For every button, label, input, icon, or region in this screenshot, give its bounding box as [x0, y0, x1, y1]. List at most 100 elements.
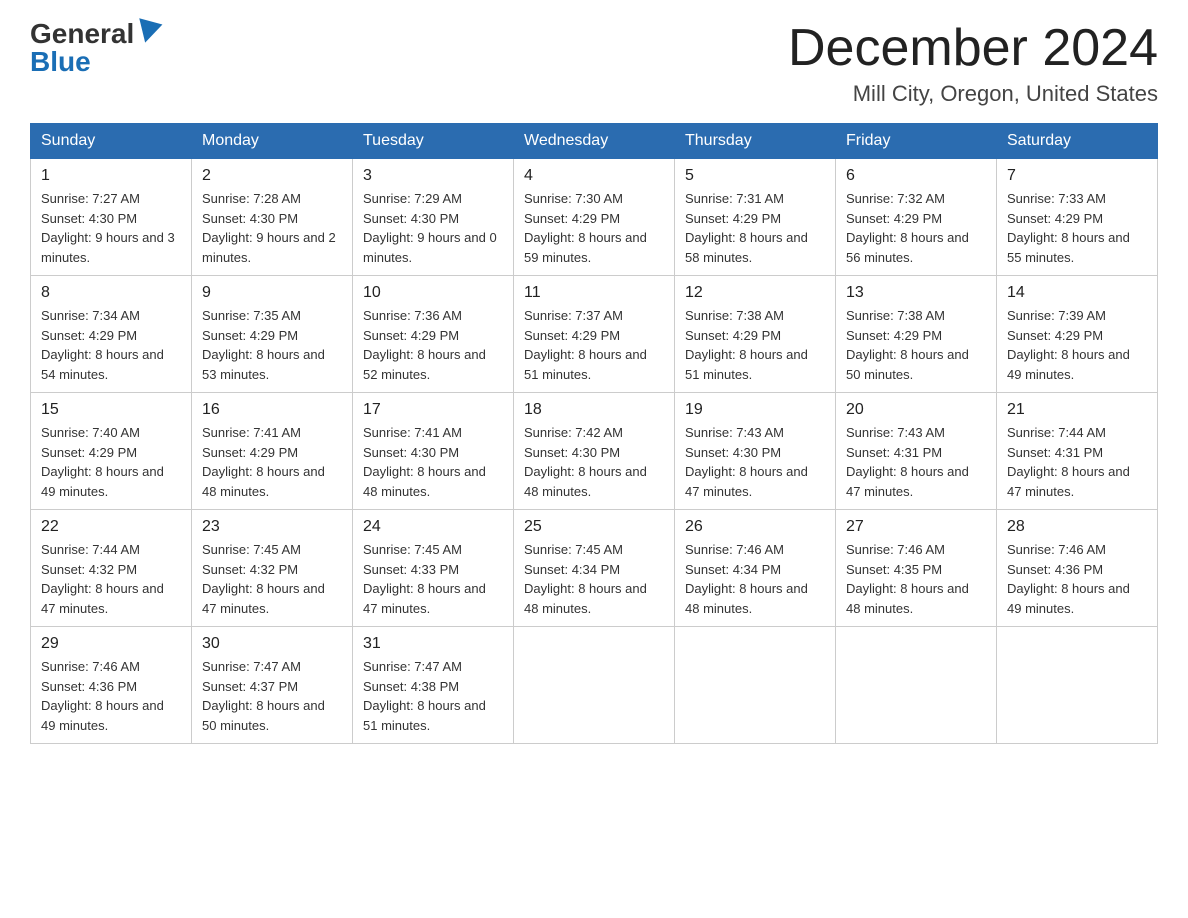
- calendar-cell: 3Sunrise: 7:29 AMSunset: 4:30 PMDaylight…: [353, 159, 514, 276]
- column-header-tuesday: Tuesday: [353, 124, 514, 159]
- calendar-cell: [997, 627, 1158, 744]
- calendar-week-row: 22 Sunrise: 7:44 AMSunset: 4:32 PMDayligh…: [31, 510, 1158, 627]
- day-info: Sunrise: 7:47 AMSunset: 4:38 PMDaylight:…: [363, 659, 486, 733]
- calendar-cell: 25 Sunrise: 7:45 AMSunset: 4:34 PMDayligh…: [514, 510, 675, 627]
- calendar-cell: 15Sunrise: 7:40 AMSunset: 4:29 PMDayligh…: [31, 393, 192, 510]
- column-header-thursday: Thursday: [675, 124, 836, 159]
- column-header-monday: Monday: [192, 124, 353, 159]
- calendar-cell: 1 Sunrise: 7:27 AMSunset: 4:30 PMDaylight…: [31, 159, 192, 276]
- day-info: Sunrise: 7:33 AMSunset: 4:29 PMDaylight:…: [1007, 191, 1130, 265]
- calendar-cell: 5Sunrise: 7:31 AMSunset: 4:29 PMDaylight…: [675, 159, 836, 276]
- calendar-cell: 20 Sunrise: 7:43 AMSunset: 4:31 PMDayligh…: [836, 393, 997, 510]
- day-info: Sunrise: 7:38 AMSunset: 4:29 PMDaylight:…: [685, 308, 808, 382]
- day-number: 25: [524, 518, 664, 536]
- calendar-cell: 23 Sunrise: 7:45 AMSunset: 4:32 PMDayligh…: [192, 510, 353, 627]
- day-info: Sunrise: 7:43 AMSunset: 4:31 PMDaylight:…: [846, 425, 969, 499]
- day-info: Sunrise: 7:47 AMSunset: 4:37 PMDaylight:…: [202, 659, 325, 733]
- day-info: Sunrise: 7:41 AMSunset: 4:29 PMDaylight:…: [202, 425, 325, 499]
- day-number: 12: [685, 284, 825, 302]
- day-info: Sunrise: 7:44 AMSunset: 4:31 PMDaylight:…: [1007, 425, 1130, 499]
- day-info: Sunrise: 7:45 AMSunset: 4:34 PMDaylight:…: [524, 542, 647, 616]
- column-header-friday: Friday: [836, 124, 997, 159]
- column-header-wednesday: Wednesday: [514, 124, 675, 159]
- day-info: Sunrise: 7:32 AMSunset: 4:29 PMDaylight:…: [846, 191, 969, 265]
- day-number: 22: [41, 518, 181, 536]
- column-header-saturday: Saturday: [997, 124, 1158, 159]
- day-number: 1: [41, 167, 181, 185]
- day-info: Sunrise: 7:34 AMSunset: 4:29 PMDaylight:…: [41, 308, 164, 382]
- calendar-cell: 31 Sunrise: 7:47 AMSunset: 4:38 PMDayligh…: [353, 627, 514, 744]
- day-info: Sunrise: 7:35 AMSunset: 4:29 PMDaylight:…: [202, 308, 325, 382]
- calendar-week-row: 8 Sunrise: 7:34 AMSunset: 4:29 PMDaylight…: [31, 276, 1158, 393]
- calendar-cell: [675, 627, 836, 744]
- calendar-cell: [836, 627, 997, 744]
- calendar-cell: 28Sunrise: 7:46 AMSunset: 4:36 PMDayligh…: [997, 510, 1158, 627]
- day-number: 2: [202, 167, 342, 185]
- day-info: Sunrise: 7:42 AMSunset: 4:30 PMDaylight:…: [524, 425, 647, 499]
- calendar-cell: 8 Sunrise: 7:34 AMSunset: 4:29 PMDaylight…: [31, 276, 192, 393]
- day-number: 23: [202, 518, 342, 536]
- location-subtitle: Mill City, Oregon, United States: [788, 81, 1158, 107]
- day-number: 29: [41, 635, 181, 653]
- day-info: Sunrise: 7:46 AMSunset: 4:34 PMDaylight:…: [685, 542, 808, 616]
- day-info: Sunrise: 7:38 AMSunset: 4:29 PMDaylight:…: [846, 308, 969, 382]
- day-info: Sunrise: 7:46 AMSunset: 4:35 PMDaylight:…: [846, 542, 969, 616]
- day-info: Sunrise: 7:36 AMSunset: 4:29 PMDaylight:…: [363, 308, 486, 382]
- day-info: Sunrise: 7:27 AMSunset: 4:30 PMDaylight:…: [41, 191, 175, 265]
- day-number: 6: [846, 167, 986, 185]
- day-info: Sunrise: 7:28 AMSunset: 4:30 PMDaylight:…: [202, 191, 336, 265]
- calendar-cell: 16 Sunrise: 7:41 AMSunset: 4:29 PMDayligh…: [192, 393, 353, 510]
- day-info: Sunrise: 7:46 AMSunset: 4:36 PMDaylight:…: [41, 659, 164, 733]
- day-number: 20: [846, 401, 986, 419]
- day-number: 19: [685, 401, 825, 419]
- day-number: 3: [363, 167, 503, 185]
- calendar-cell: 13 Sunrise: 7:38 AMSunset: 4:29 PMDayligh…: [836, 276, 997, 393]
- day-info: Sunrise: 7:30 AMSunset: 4:29 PMDaylight:…: [524, 191, 647, 265]
- calendar-cell: [514, 627, 675, 744]
- day-info: Sunrise: 7:31 AMSunset: 4:29 PMDaylight:…: [685, 191, 808, 265]
- logo-general-text: General: [30, 20, 134, 48]
- day-number: 18: [524, 401, 664, 419]
- day-number: 31: [363, 635, 503, 653]
- calendar-cell: 30Sunrise: 7:47 AMSunset: 4:37 PMDayligh…: [192, 627, 353, 744]
- calendar-cell: 17 Sunrise: 7:41 AMSunset: 4:30 PMDayligh…: [353, 393, 514, 510]
- calendar-cell: 27 Sunrise: 7:46 AMSunset: 4:35 PMDayligh…: [836, 510, 997, 627]
- calendar-week-row: 15Sunrise: 7:40 AMSunset: 4:29 PMDayligh…: [31, 393, 1158, 510]
- day-info: Sunrise: 7:45 AMSunset: 4:32 PMDaylight:…: [202, 542, 325, 616]
- day-number: 17: [363, 401, 503, 419]
- day-number: 10: [363, 284, 503, 302]
- calendar-cell: 18 Sunrise: 7:42 AMSunset: 4:30 PMDayligh…: [514, 393, 675, 510]
- day-number: 13: [846, 284, 986, 302]
- day-info: Sunrise: 7:37 AMSunset: 4:29 PMDaylight:…: [524, 308, 647, 382]
- calendar-cell: 14Sunrise: 7:39 AMSunset: 4:29 PMDayligh…: [997, 276, 1158, 393]
- day-number: 4: [524, 167, 664, 185]
- day-number: 28: [1007, 518, 1147, 536]
- calendar-cell: 24Sunrise: 7:45 AMSunset: 4:33 PMDayligh…: [353, 510, 514, 627]
- day-number: 27: [846, 518, 986, 536]
- day-number: 7: [1007, 167, 1147, 185]
- day-number: 16: [202, 401, 342, 419]
- title-section: December 2024 Mill City, Oregon, United …: [788, 20, 1158, 107]
- day-number: 15: [41, 401, 181, 419]
- day-info: Sunrise: 7:43 AMSunset: 4:30 PMDaylight:…: [685, 425, 808, 499]
- calendar-cell: 29 Sunrise: 7:46 AMSunset: 4:36 PMDayligh…: [31, 627, 192, 744]
- day-number: 8: [41, 284, 181, 302]
- logo-triangle-icon: [134, 18, 163, 45]
- calendar-cell: 12 Sunrise: 7:38 AMSunset: 4:29 PMDayligh…: [675, 276, 836, 393]
- day-info: Sunrise: 7:44 AMSunset: 4:32 PMDaylight:…: [41, 542, 164, 616]
- day-number: 9: [202, 284, 342, 302]
- calendar-cell: 26 Sunrise: 7:46 AMSunset: 4:34 PMDayligh…: [675, 510, 836, 627]
- calendar-cell: 4 Sunrise: 7:30 AMSunset: 4:29 PMDaylight…: [514, 159, 675, 276]
- day-number: 21: [1007, 401, 1147, 419]
- day-number: 26: [685, 518, 825, 536]
- calendar-cell: 19 Sunrise: 7:43 AMSunset: 4:30 PMDayligh…: [675, 393, 836, 510]
- calendar-week-row: 29 Sunrise: 7:46 AMSunset: 4:36 PMDayligh…: [31, 627, 1158, 744]
- day-info: Sunrise: 7:41 AMSunset: 4:30 PMDaylight:…: [363, 425, 486, 499]
- calendar-week-row: 1 Sunrise: 7:27 AMSunset: 4:30 PMDaylight…: [31, 159, 1158, 276]
- calendar-cell: 7 Sunrise: 7:33 AMSunset: 4:29 PMDaylight…: [997, 159, 1158, 276]
- day-info: Sunrise: 7:39 AMSunset: 4:29 PMDaylight:…: [1007, 308, 1130, 382]
- logo-blue-text: Blue: [30, 48, 160, 76]
- calendar-table: SundayMondayTuesdayWednesdayThursdayFrid…: [30, 123, 1158, 744]
- calendar-header-row: SundayMondayTuesdayWednesdayThursdayFrid…: [31, 124, 1158, 159]
- day-info: Sunrise: 7:45 AMSunset: 4:33 PMDaylight:…: [363, 542, 486, 616]
